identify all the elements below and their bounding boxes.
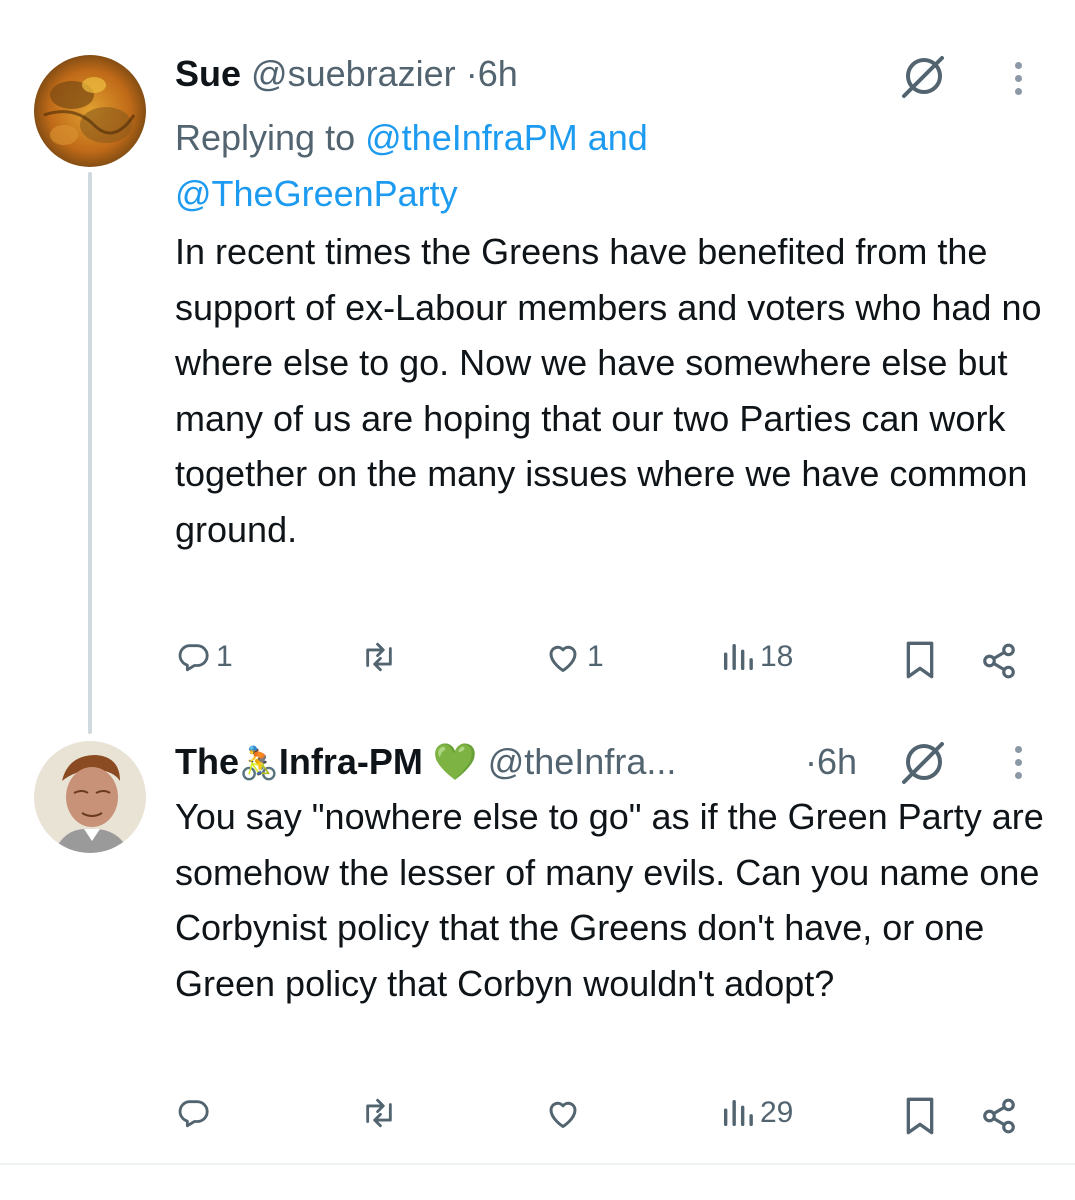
like-button[interactable] [545, 1096, 587, 1130]
replying-to: Replying to @theInfraPM and @TheGreenPar… [175, 110, 875, 222]
repost-arrows-icon [366, 1098, 392, 1128]
like-count: 1 [587, 640, 604, 673]
like-button[interactable]: 1 [545, 640, 604, 674]
avatar-sue[interactable] [34, 55, 146, 167]
bookmark-icon[interactable] [903, 1096, 937, 1141]
mention-theinfrapm[interactable]: @theInfraPM [365, 117, 578, 158]
avatar-theinfrapm[interactable] [34, 741, 146, 853]
separator-dot: · [805, 741, 817, 782]
reply-button[interactable]: 1 [176, 640, 233, 674]
thread-connector-line [88, 172, 92, 734]
views-bars-icon [723, 1099, 753, 1127]
tweet-text: In recent times the Greens have benefite… [175, 231, 1042, 550]
avatar-image [34, 55, 146, 167]
reply-bubble-icon [178, 644, 209, 672]
view-count: 18 [760, 640, 794, 673]
reply-bubble-icon [178, 1100, 209, 1128]
green-heart-emoji: 💚 [432, 741, 478, 782]
share-nodes-icon[interactable] [980, 1097, 1018, 1140]
grok-slash-circle-icon[interactable] [900, 52, 948, 100]
divider [0, 1163, 1075, 1165]
timestamp[interactable]: 6h [478, 53, 518, 94]
tweet-header: The🚴Infra-PM 💚 @theInfra... [175, 740, 676, 785]
views-button[interactable]: 18 [720, 640, 793, 674]
bookmark-icon[interactable] [903, 640, 937, 685]
handle[interactable]: @theInfra... [488, 741, 677, 782]
view-count: 29 [760, 1096, 794, 1129]
heart-icon [549, 1101, 577, 1128]
views-bars-icon [723, 643, 753, 671]
repost-arrows-icon [366, 642, 392, 672]
display-name[interactable]: The🚴Infra-PM [175, 741, 423, 782]
replying-prefix: Replying to [175, 117, 356, 158]
mention-thegreenparty[interactable]: @TheGreenParty [175, 173, 458, 214]
repost-button[interactable] [360, 640, 404, 674]
reply-button[interactable] [176, 1096, 216, 1130]
share-nodes-icon[interactable] [980, 642, 1018, 685]
grok-slash-circle-icon[interactable] [900, 738, 948, 786]
views-button[interactable]: 29 [720, 1096, 793, 1130]
display-name[interactable]: Sue [175, 53, 241, 94]
more-vertical-icon[interactable] [1015, 746, 1023, 785]
timestamp-group: ·6h [805, 740, 857, 784]
display-name-post: Infra-PM [278, 741, 423, 782]
separator-dot: · [465, 53, 478, 94]
handle[interactable]: @suebrazier [251, 53, 456, 94]
heart-icon [549, 645, 577, 672]
more-vertical-icon[interactable] [1015, 62, 1023, 101]
reply-count: 1 [216, 640, 233, 673]
tweet-header: Sue @suebrazier ·6h [175, 52, 518, 96]
tweet-text: You say "nowhere else to go" as if the G… [175, 796, 1044, 1004]
replying-and: and [587, 117, 648, 158]
repost-button[interactable] [360, 1096, 404, 1130]
display-name-pre: The [175, 741, 240, 782]
bicycle-emoji: 🚴 [239, 745, 279, 781]
avatar-image [34, 741, 146, 853]
timestamp[interactable]: 6h [817, 741, 857, 782]
